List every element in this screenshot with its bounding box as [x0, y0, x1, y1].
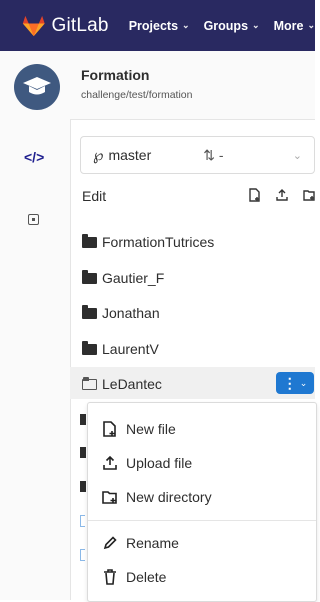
menu-divider — [88, 520, 316, 521]
tree-item-name: Gautier_F — [102, 270, 165, 286]
folder-icon — [82, 304, 97, 319]
menu-item-new-file[interactable]: New file — [101, 421, 176, 437]
tree-item[interactable]: Gautier_F — [82, 269, 165, 286]
commit-icon[interactable] — [28, 214, 39, 225]
tree-header: Edit — [82, 188, 315, 210]
menu-item-label: Delete — [126, 569, 167, 585]
main-nav: Projects ⌄ Groups ⌄ More ⌄ — [129, 19, 315, 33]
nav-groups-label: Groups — [203, 18, 249, 33]
folder-icon — [80, 414, 86, 425]
new-file-icon[interactable] — [249, 188, 261, 202]
new-directory-icon[interactable] — [303, 188, 315, 202]
branch-icon: ℘ — [93, 147, 104, 164]
project-title[interactable]: Formation — [81, 67, 149, 83]
branch-name: master — [108, 147, 152, 163]
nav-projects-label: Projects — [128, 18, 179, 33]
project-header: Formation challenge/test/formation — [0, 51, 315, 120]
menu-item-rename[interactable]: Rename — [101, 535, 179, 551]
tree-item[interactable]: LeDantec — [82, 376, 162, 392]
tree-item[interactable]: LaurentV — [82, 340, 159, 357]
gitlab-logo-icon[interactable] — [22, 13, 46, 39]
menu-item-upload-file[interactable]: Upload file — [101, 455, 192, 471]
tree-item-name: Jonathan — [102, 305, 160, 321]
tree-item[interactable]: FormationTutrices — [82, 233, 215, 250]
nav-groups[interactable]: Groups ⌄ — [204, 19, 260, 33]
merge-request-count: - — [218, 146, 224, 163]
file-icon — [80, 515, 85, 527]
item-actions-button[interactable]: ⋮ ⌄ — [276, 372, 314, 394]
context-menu: New file Upload file New directory Renam… — [87, 402, 317, 602]
folder-icon — [82, 269, 97, 284]
pencil-icon — [101, 536, 119, 550]
menu-item-label: Rename — [126, 535, 179, 551]
project-avatar[interactable] — [14, 64, 60, 110]
merge-request-indicator: ⇅ - — [203, 147, 223, 164]
top-navbar: GitLab Projects ⌄ Groups ⌄ More ⌄ — [0, 0, 315, 51]
tree-item-name: FormationTutrices — [102, 234, 215, 250]
sidebar: </> — [0, 119, 71, 600]
new-directory-icon — [101, 490, 119, 504]
tree-item-name: LeDantec — [102, 376, 162, 392]
menu-item-label: Upload file — [126, 455, 193, 471]
menu-item-label: New file — [126, 421, 176, 437]
tree-item[interactable]: Jonathan — [82, 304, 160, 321]
merge-request-icon: ⇅ — [203, 146, 215, 163]
edit-label: Edit — [82, 188, 107, 204]
graduation-cap-icon — [23, 77, 51, 95]
folder-icon — [80, 481, 86, 492]
chevron-down-icon: ⌄ — [292, 149, 302, 162]
chevron-down-icon: ⌄ — [299, 377, 308, 388]
menu-item-new-directory[interactable]: New directory — [101, 489, 212, 505]
tree-actions — [249, 188, 315, 202]
kebab-icon: ⋮ — [282, 375, 297, 391]
menu-item-label: New directory — [126, 489, 212, 505]
trash-icon — [101, 569, 119, 585]
project-path: challenge/test/formation — [81, 89, 193, 101]
folder-icon — [82, 340, 97, 355]
menu-item-delete[interactable]: Delete — [101, 569, 166, 585]
folder-icon — [82, 233, 97, 248]
tree-item-name: LaurentV — [102, 341, 159, 357]
folder-icon — [80, 447, 86, 458]
new-file-icon — [101, 421, 119, 437]
upload-icon — [101, 455, 119, 471]
code-icon[interactable]: </> — [24, 149, 44, 165]
folder-open-icon — [82, 376, 97, 390]
chevron-down-icon: ⌄ — [182, 20, 190, 30]
file-icon — [80, 549, 85, 561]
upload-icon[interactable] — [276, 188, 288, 202]
nav-more[interactable]: More ⌄ — [274, 19, 315, 33]
branch-selector[interactable]: ℘ master ⇅ - ⌄ — [80, 136, 315, 174]
brand-name[interactable]: GitLab — [52, 15, 109, 37]
chevron-down-icon: ⌄ — [252, 20, 260, 30]
nav-more-label: More — [273, 18, 304, 33]
nav-projects[interactable]: Projects ⌄ — [129, 19, 190, 33]
chevron-down-icon: ⌄ — [307, 20, 315, 30]
